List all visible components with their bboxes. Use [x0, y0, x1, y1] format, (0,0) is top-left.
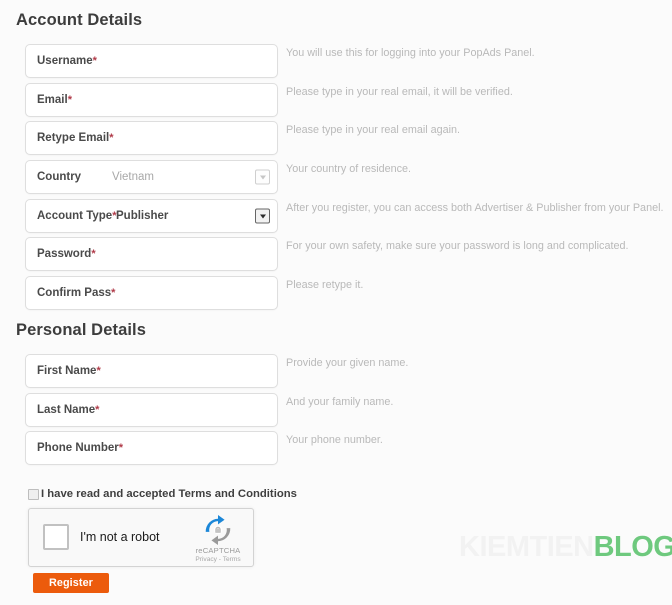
recaptcha-refresh-icon: [205, 515, 231, 545]
password-label: Password*: [37, 248, 96, 260]
section-heading-personal-details: Personal Details: [16, 321, 146, 339]
phone-number-input[interactable]: Phone Number*: [25, 431, 278, 465]
password-input[interactable]: Password*: [25, 237, 278, 271]
username-label: Username*: [37, 55, 97, 67]
last-name-label: Last Name*: [37, 404, 100, 416]
last-name-help-text: And your family name.: [286, 396, 394, 408]
recaptcha-checkbox[interactable]: [43, 524, 69, 550]
username-help-text: You will use this for logging into your …: [286, 47, 535, 59]
watermark-kiemtien-text: KIEMTIEN: [459, 531, 594, 563]
retype-email-help-text: Please type in your real email again.: [286, 124, 461, 136]
field-row-retype-email: Retype Email* Please type in your real e…: [0, 121, 672, 155]
recaptcha-privacy-terms-links[interactable]: Privacy - Terms: [192, 556, 244, 563]
terms-and-conditions-row[interactable]: I have read and accepted Terms and Condi…: [28, 488, 297, 500]
email-help-text: Please type in your real email, it will …: [286, 86, 513, 98]
recaptcha-brand-text: reCAPTCHA: [195, 546, 241, 555]
retype-email-input[interactable]: Retype Email*: [25, 121, 278, 155]
field-row-username: Username* You will use this for logging …: [0, 44, 672, 78]
recaptcha-widget[interactable]: I'm not a robot reCAPTCHA Privacy - Term…: [28, 508, 254, 567]
field-row-password: Password* For your own safety, make sure…: [0, 237, 672, 271]
email-label: Email*: [37, 94, 72, 106]
account-type-chevron-down-icon[interactable]: [255, 208, 270, 224]
account-type-select[interactable]: Account Type* Publisher: [25, 199, 278, 233]
field-row-confirm-password: Confirm Pass* Please retype it.: [0, 276, 672, 310]
first-name-input[interactable]: First Name*: [25, 354, 278, 388]
field-row-country: Country Vietnam Your country of residenc…: [0, 160, 672, 194]
email-input[interactable]: Email*: [25, 83, 278, 117]
account-type-help-text: After you register, you can access both …: [286, 202, 664, 214]
watermark-blog-text: BLOG: [593, 531, 672, 563]
account-type-selected-value: Publisher: [116, 210, 169, 222]
account-type-label: Account Type*: [37, 210, 117, 222]
country-help-text: Your country of residence.: [286, 163, 412, 175]
watermark: KIEMTIENBLOG: [459, 531, 672, 564]
retype-email-label: Retype Email*: [37, 132, 114, 144]
phone-number-help-text: Your phone number.: [286, 434, 383, 446]
last-name-input[interactable]: Last Name*: [25, 393, 278, 427]
phone-number-label: Phone Number*: [37, 442, 124, 454]
confirm-password-input[interactable]: Confirm Pass*: [25, 276, 278, 310]
field-row-last-name: Last Name* And your family name.: [0, 393, 672, 427]
recaptcha-label: I'm not a robot: [80, 530, 160, 544]
field-row-first-name: First Name* Provide your given name.: [0, 354, 672, 388]
country-select[interactable]: Country Vietnam: [25, 160, 278, 194]
first-name-help-text: Provide your given name.: [286, 357, 409, 369]
recaptcha-logo: reCAPTCHA Privacy - Terms: [192, 515, 244, 563]
field-row-account-type: Account Type* Publisher After you regist…: [0, 199, 672, 233]
field-row-phone-number: Phone Number* Your phone number.: [0, 431, 672, 465]
field-row-email: Email* Please type in your real email, i…: [0, 83, 672, 117]
section-heading-account-details: Account Details: [16, 11, 143, 29]
terms-label[interactable]: I have read and accepted Terms and Condi…: [41, 488, 297, 500]
register-button[interactable]: Register: [33, 573, 109, 593]
username-input[interactable]: Username*: [25, 44, 278, 78]
first-name-label: First Name*: [37, 365, 101, 377]
confirm-password-help-text: Please retype it.: [286, 279, 364, 291]
confirm-password-label: Confirm Pass*: [37, 287, 116, 299]
terms-checkbox[interactable]: [28, 488, 39, 500]
country-chevron-down-icon[interactable]: [255, 169, 270, 185]
country-selected-value: Vietnam: [112, 171, 154, 183]
password-help-text: For your own safety, make sure your pass…: [286, 240, 629, 252]
country-label: Country: [37, 171, 82, 183]
registration-page: Account Details Username* You will use t…: [0, 0, 672, 605]
